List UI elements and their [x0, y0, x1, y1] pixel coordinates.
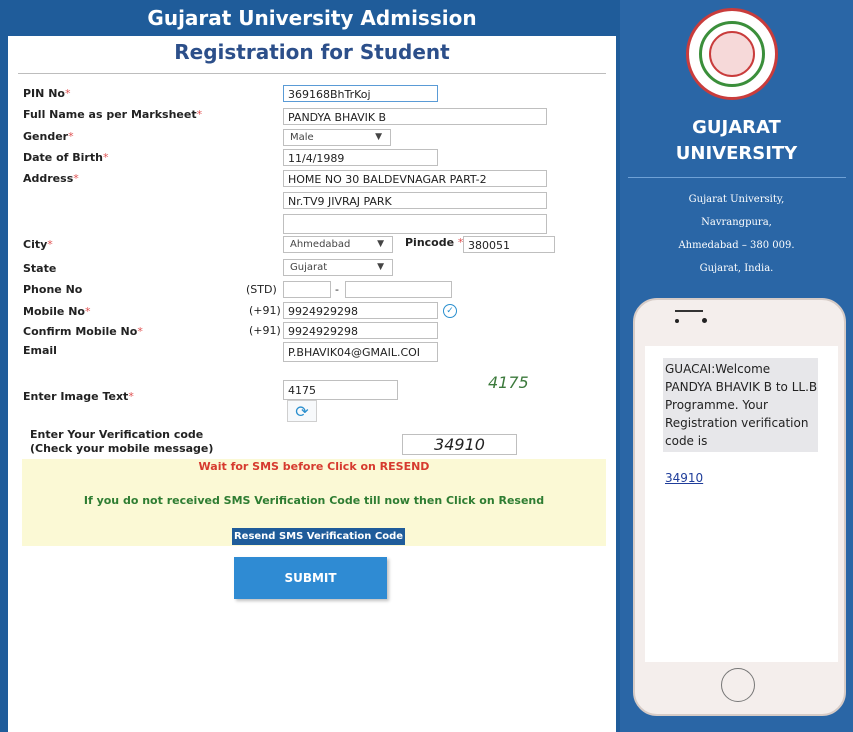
sms-message: GUACAI:Welcome PANDYA BHAVIK B to LL.B P…: [665, 362, 818, 448]
address-line: Gujarat, India.: [699, 263, 774, 274]
university-name-line2: UNIVERSITY: [675, 143, 798, 164]
pincode-input[interactable]: 380051: [463, 236, 555, 253]
gender-value: Male: [290, 132, 314, 143]
form-title: Registration for Student: [174, 40, 450, 64]
verified-check-icon: ✓: [443, 304, 457, 318]
pin-input[interactable]: 369168BhTrKoj: [283, 85, 438, 102]
submit-button[interactable]: SUBMIT: [234, 557, 387, 599]
chevron-down-icon: ▼: [377, 262, 384, 272]
verification-code-label: Enter Your Verification code (Check your…: [30, 428, 213, 456]
refresh-captcha-icon[interactable]: ⟳: [287, 400, 317, 422]
left-border: [0, 0, 8, 732]
address-line1-input[interactable]: HOME NO 30 BALDEVNAGAR PART-2: [283, 170, 547, 187]
phone-number-input[interactable]: [345, 281, 452, 298]
fullname-input[interactable]: PANDYA BHAVIK B: [283, 108, 547, 125]
city-label: City*: [23, 238, 53, 251]
address-line: Ahmedabad – 380 009.: [678, 240, 795, 251]
university-address: Gujarat University, Navrangpura, Ahmedab…: [620, 188, 853, 280]
mobile-input[interactable]: 9924929298: [283, 302, 438, 319]
address-line2-input[interactable]: Nr.TV9 JIVRAJ PARK: [283, 192, 547, 209]
gender-select[interactable]: Male ▼: [283, 129, 391, 146]
verification-label-line2: (Check your mobile message): [30, 442, 214, 455]
address-line3-input[interactable]: [283, 214, 547, 234]
confirm-mobile-input[interactable]: 9924929298: [283, 322, 438, 339]
address-line: Gujarat University,: [688, 194, 785, 205]
confirm-mobile-country-code: (+91): [249, 324, 281, 337]
resend-sms-button[interactable]: Resend SMS Verification Code: [232, 528, 405, 545]
image-text-label: Enter Image Text*: [23, 390, 134, 403]
university-logo: [686, 8, 778, 100]
university-name-line1: GUJARAT: [692, 117, 781, 138]
verification-label-line1: Enter Your Verification code: [30, 428, 204, 441]
verification-code-input[interactable]: 34910: [402, 434, 517, 455]
city-select[interactable]: Ahmedabad ▼: [283, 236, 393, 253]
phone-speaker: [675, 310, 703, 312]
mobile-country-code: (+91): [249, 304, 281, 317]
std-prefix: (STD): [246, 283, 277, 296]
university-name: GUJARAT UNIVERSITY: [620, 115, 853, 167]
phone-label: Phone No: [23, 283, 83, 296]
page-header: Gujarat University Admission: [8, 0, 616, 36]
chevron-down-icon: ▼: [375, 132, 382, 142]
confirm-mobile-label: Confirm Mobile No*: [23, 325, 143, 338]
email-input[interactable]: P.BHAVIK04@GMAIL.COI: [283, 342, 438, 362]
captcha-input[interactable]: 4175: [283, 380, 398, 400]
sms-code-link[interactable]: 34910: [665, 471, 703, 485]
phone-std-input[interactable]: [283, 281, 331, 298]
sidebar-divider: [628, 177, 846, 178]
phone-sensor: [675, 319, 679, 323]
state-label: State: [23, 262, 57, 275]
title-divider: [18, 73, 606, 74]
phone-home-button: [721, 668, 755, 702]
mobile-label: Mobile No*: [23, 305, 91, 318]
gender-label: Gender*: [23, 130, 74, 143]
state-select[interactable]: Gujarat ▼: [283, 259, 393, 276]
wait-notice: Wait for SMS before Click on RESEND: [198, 460, 430, 473]
email-label: Email: [23, 344, 57, 357]
phone-separator: -: [335, 283, 339, 296]
pin-label: PIN No*: [23, 87, 71, 100]
captcha-image: 4175: [488, 373, 529, 392]
dob-input[interactable]: 11/4/1989: [283, 149, 438, 166]
chevron-down-icon: ▼: [377, 239, 384, 249]
resend-info: If you do not received SMS Verification …: [83, 494, 545, 507]
state-value: Gujarat: [290, 262, 328, 273]
address-line: Navrangpura,: [701, 217, 772, 228]
dob-label: Date of Birth*: [23, 151, 109, 164]
pincode-label: Pincode *: [405, 236, 464, 249]
address-label: Address*: [23, 172, 79, 185]
phone-camera: [702, 318, 707, 323]
fullname-label: Full Name as per Marksheet*: [23, 108, 203, 121]
logo-emblem: [709, 31, 755, 77]
city-value: Ahmedabad: [290, 239, 351, 250]
